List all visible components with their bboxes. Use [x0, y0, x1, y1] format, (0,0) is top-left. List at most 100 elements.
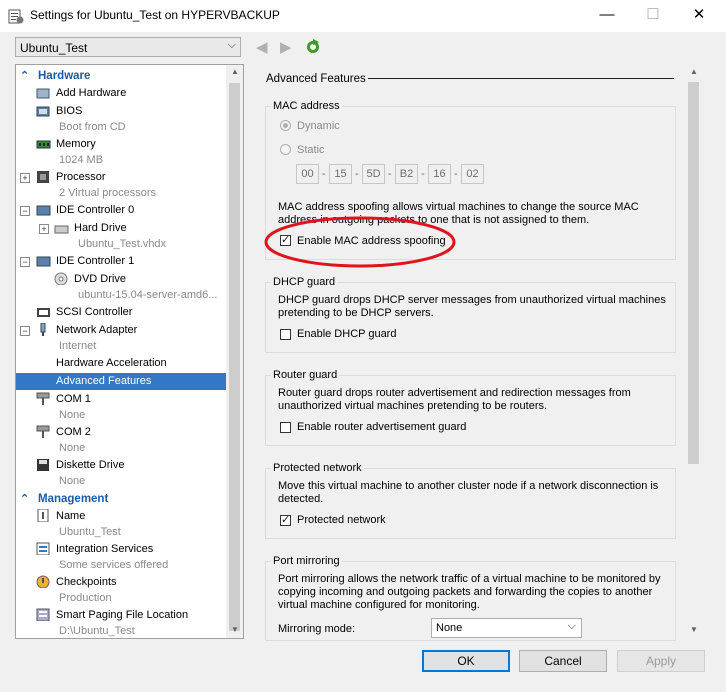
- protected-description: Move this virtual machine to another clu…: [278, 480, 659, 492]
- window-title: Settings for Ubuntu_Test on HYPERVBACKUP: [30, 8, 280, 22]
- tree-item-sub: None: [59, 442, 86, 454]
- mac-separator: -: [355, 168, 359, 180]
- tree-item-label: Checkpoints: [56, 576, 117, 588]
- tree-item-label: Add Hardware: [56, 87, 127, 99]
- dynamic-label: Dynamic: [297, 120, 340, 132]
- refresh-icon[interactable]: [305, 39, 321, 55]
- collapse-node-icon[interactable]: −: [20, 206, 30, 216]
- tree-item-com-1[interactable]: COM 1 None: [16, 392, 226, 424]
- tree-item-ide-controller-0[interactable]: − IDE Controller 0: [16, 203, 226, 219]
- dhcp-guard-label: Enable DHCP guard: [297, 328, 397, 340]
- close-button[interactable]: ✕: [676, 0, 722, 32]
- tree-item-smart-paging[interactable]: Smart Paging File Location D:\Ubuntu_Tes…: [16, 608, 226, 638]
- ok-button[interactable]: OK: [422, 650, 510, 672]
- mac-octet-field[interactable]: 02: [461, 164, 484, 184]
- hard-drive-icon: [54, 225, 69, 234]
- tree-item-sub: D:\Ubuntu_Test: [59, 625, 135, 637]
- tree-item-label: COM 1: [56, 393, 91, 405]
- tree-item-label: Processor: [56, 171, 106, 183]
- scroll-down-icon[interactable]: ▼: [231, 625, 239, 634]
- tree-item-sub: Internet: [59, 340, 97, 352]
- management-section-header[interactable]: ⌃ Management: [16, 491, 226, 508]
- tree-item-label: Advanced Features: [56, 375, 152, 387]
- tree-item-hard-drive[interactable]: + Hard Drive Ubuntu_Test.vhdx: [16, 221, 226, 253]
- dhcp-guard-checkbox[interactable]: [280, 329, 291, 340]
- minimize-button[interactable]: —: [584, 0, 630, 32]
- tree-scrollbar[interactable]: ▲ ▼: [226, 65, 243, 638]
- static-radio[interactable]: [280, 144, 291, 155]
- tree-item-sub: None: [59, 475, 86, 487]
- tree-item-memory[interactable]: Memory 1024 MB: [16, 137, 226, 169]
- tree-item-ide-controller-1[interactable]: − IDE Controller 1: [16, 254, 226, 270]
- tree-item-com-2[interactable]: COM 2 None: [16, 425, 226, 457]
- expand-icon[interactable]: +: [39, 224, 49, 234]
- diskette-icon: [37, 459, 49, 471]
- scroll-up-icon[interactable]: ▲: [690, 67, 698, 76]
- mac-octet-field[interactable]: 00: [296, 164, 319, 184]
- back-arrow-icon[interactable]: ◀: [256, 38, 268, 56]
- annotation-ellipse: [264, 216, 456, 268]
- tree-item-scsi-controller[interactable]: SCSI Controller: [16, 305, 226, 321]
- mirroring-description: copying incoming and outgoing packets an…: [278, 586, 653, 598]
- panel-scrollbar[interactable]: ▲ ▼: [685, 65, 702, 638]
- chevron-down-icon: ⌵: [227, 39, 236, 51]
- vm-selector-dropdown[interactable]: Ubuntu_Test ⌵: [15, 37, 241, 57]
- scrollbar-thumb[interactable]: [688, 82, 699, 464]
- tree-item-bios[interactable]: BIOS Boot from CD: [16, 104, 226, 136]
- tree-item-hardware-acceleration[interactable]: Hardware Acceleration: [16, 356, 226, 372]
- protected-network-checkbox[interactable]: [280, 513, 291, 526]
- expand-icon[interactable]: +: [20, 173, 30, 183]
- collapse-icon: ⌃: [20, 493, 30, 505]
- tree-item-label: SCSI Controller: [56, 306, 133, 318]
- mac-octet-field[interactable]: 5D: [362, 164, 385, 184]
- tree-item-name[interactable]: Name Ubuntu_Test: [16, 509, 226, 541]
- checkpoints-icon: [36, 575, 50, 588]
- tree-item-advanced-features[interactable]: Advanced Features: [16, 373, 226, 390]
- tree-item-add-hardware[interactable]: Add Hardware: [16, 86, 226, 102]
- bios-icon: [36, 106, 50, 117]
- tree-item-sub: ubuntu-15.04-server-amd6...: [78, 289, 218, 301]
- tree-item-network-adapter[interactable]: − Network Adapter Internet: [16, 323, 226, 355]
- protected-network-label: Protected network: [297, 514, 386, 526]
- dhcp-description: pretending to be DHCP servers.: [278, 307, 434, 319]
- maximize-button[interactable]: ☐: [630, 0, 676, 32]
- scroll-up-icon[interactable]: ▲: [231, 67, 239, 76]
- tree-item-dvd-drive[interactable]: DVD Drive ubuntu-15.04-server-amd6...: [16, 272, 226, 304]
- scsi-controller-icon: [37, 308, 50, 317]
- processor-icon: [37, 171, 49, 183]
- mac-octet-field[interactable]: 16: [428, 164, 451, 184]
- hardware-section-header[interactable]: ⌃ Hardware: [16, 68, 226, 85]
- tree-item-processor[interactable]: + Processor 2 Virtual processors: [16, 170, 226, 202]
- tree-item-diskette-drive[interactable]: Diskette Drive None: [16, 458, 226, 490]
- apply-button[interactable]: Apply: [617, 650, 705, 672]
- mirroring-group-title: Port mirroring: [271, 555, 342, 567]
- mirroring-mode-value: None: [436, 622, 463, 634]
- scroll-down-icon[interactable]: ▼: [690, 625, 698, 634]
- mac-octet-field[interactable]: 15: [329, 164, 352, 184]
- management-header-label: Management: [38, 493, 109, 505]
- tree-item-label: Hardware Acceleration: [56, 357, 167, 369]
- mac-separator: -: [388, 168, 392, 180]
- dynamic-radio[interactable]: [280, 120, 291, 131]
- panel-title: Advanced Features: [266, 73, 366, 85]
- ide-controller-icon: [36, 256, 51, 267]
- tree-item-label: COM 2: [56, 426, 91, 438]
- tree-item-integration-services[interactable]: Integration Services Some services offer…: [16, 542, 226, 574]
- mac-octet-field[interactable]: B2: [395, 164, 418, 184]
- collapse-node-icon[interactable]: −: [20, 326, 30, 336]
- mac-group-title: MAC address: [271, 100, 342, 112]
- tree-item-label: DVD Drive: [74, 273, 126, 285]
- mac-description: MAC address spoofing allows virtual mach…: [278, 201, 639, 213]
- tree-item-sub: Production: [59, 592, 112, 604]
- protected-group-title: Protected network: [271, 462, 364, 474]
- tree-item-label: BIOS: [56, 105, 83, 117]
- scrollbar-thumb[interactable]: [229, 83, 240, 631]
- mirroring-mode-dropdown[interactable]: None ⌵: [431, 618, 582, 638]
- cancel-button[interactable]: Cancel: [519, 650, 607, 672]
- router-guard-checkbox[interactable]: [280, 422, 291, 433]
- com-port-icon: [36, 425, 50, 438]
- name-icon: [37, 509, 49, 522]
- forward-arrow-icon[interactable]: ▶: [280, 38, 292, 56]
- tree-item-checkpoints[interactable]: Checkpoints Production: [16, 575, 226, 607]
- collapse-node-icon[interactable]: −: [20, 257, 30, 267]
